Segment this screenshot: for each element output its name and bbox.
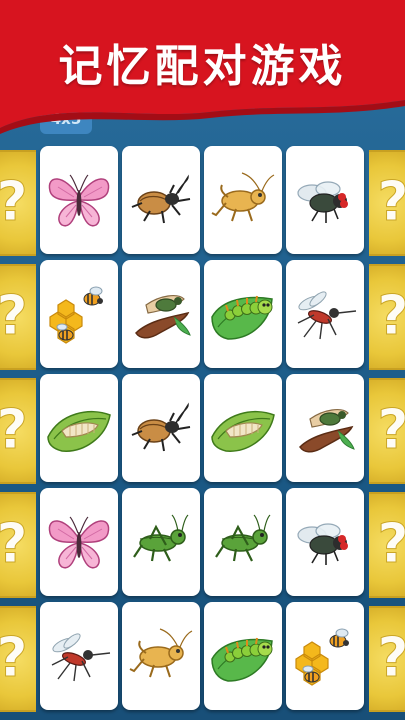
side-tile-hidden: ? [0,264,36,370]
question-mark-icon: ? [369,513,405,574]
title-banner: 记忆配对游戏 [0,0,405,140]
side-tile-hidden: ? [0,492,36,598]
side-tile-hidden: ? [369,378,405,484]
cricket-icon [126,619,196,693]
butterfly-icon [44,163,114,237]
card-grasshopper[interactable] [122,488,200,596]
card-larva[interactable] [40,374,118,482]
beetle-icon [126,163,196,237]
fly-icon [290,163,360,237]
cicada-icon [126,277,196,351]
caterpillar-icon [208,277,278,351]
question-mark-icon: ? [0,399,36,460]
question-mark-icon: ? [369,399,405,460]
beetle-icon [126,391,196,465]
cricket-icon [208,163,278,237]
card-cicada[interactable] [286,374,364,482]
question-mark-icon: ? [369,627,405,688]
side-tile-hidden: ? [369,606,405,712]
cicada-icon [290,391,360,465]
question-mark-icon: ? [0,285,36,346]
larva-icon [208,391,278,465]
card-beetle[interactable] [122,146,200,254]
page-title: 记忆配对游戏 [58,41,347,92]
grasshopper-icon [208,505,278,579]
card-mosquito[interactable] [286,260,364,368]
card-cricket[interactable] [204,146,282,254]
card-butterfly[interactable] [40,146,118,254]
card-fly[interactable] [286,488,364,596]
mosquito-icon [44,619,114,693]
question-mark-icon: ? [369,171,405,232]
question-mark-icon: ? [369,285,405,346]
larva-icon [44,391,114,465]
card-caterpillar[interactable] [204,602,282,710]
card-larva[interactable] [204,374,282,482]
caterpillar-icon [208,619,278,693]
bees-icon [290,619,360,693]
question-mark-icon: ? [0,513,36,574]
side-tile-hidden: ? [0,150,36,256]
card-grasshopper[interactable] [204,488,282,596]
card-fly[interactable] [286,146,364,254]
fly-icon [290,505,360,579]
bees-icon [44,277,114,351]
card-cicada[interactable] [122,260,200,368]
question-mark-icon: ? [0,627,36,688]
card-butterfly[interactable] [40,488,118,596]
card-mosquito[interactable] [40,602,118,710]
card-cricket[interactable] [122,602,200,710]
side-tile-hidden: ? [369,150,405,256]
side-tile-hidden: ? [369,492,405,598]
card-caterpillar[interactable] [204,260,282,368]
card-beetle[interactable] [122,374,200,482]
side-tile-hidden: ? [369,264,405,370]
card-bees[interactable] [40,260,118,368]
question-mark-icon: ? [0,171,36,232]
grasshopper-icon [126,505,196,579]
card-bees[interactable] [286,602,364,710]
butterfly-icon [44,505,114,579]
side-tile-hidden: ? [0,378,36,484]
mosquito-icon [290,277,360,351]
side-tile-hidden: ? [0,606,36,712]
